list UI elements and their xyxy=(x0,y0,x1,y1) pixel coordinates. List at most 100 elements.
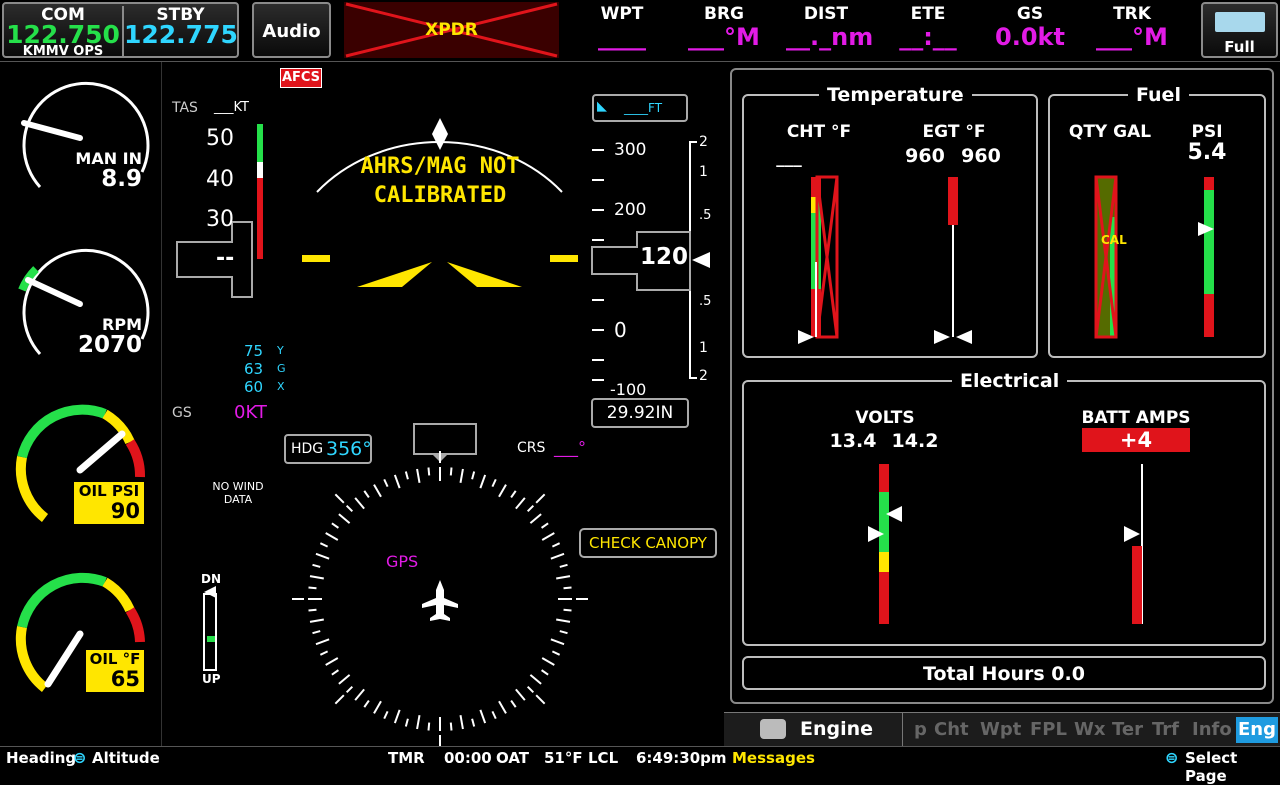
compass-tick xyxy=(541,522,549,529)
compass-tick xyxy=(325,532,339,541)
compass-tick xyxy=(354,688,365,701)
tab-ter[interactable]: Ter xyxy=(1112,719,1143,740)
compass-tick xyxy=(308,586,317,590)
compass-tick xyxy=(383,710,389,720)
altitude-bug-value: ____FT xyxy=(624,101,663,115)
check-canopy-alert[interactable]: CHECK CANOPY xyxy=(579,528,717,558)
compass-tick xyxy=(404,471,409,480)
compass-tick xyxy=(363,700,370,708)
altitude-knob-label[interactable]: Altitude xyxy=(92,749,160,767)
gs-value: 0KT xyxy=(234,402,267,423)
compass-tick xyxy=(416,468,421,483)
altitude-tick: -100 xyxy=(610,380,647,399)
ahrs-warning-line2: CALIBRATED xyxy=(373,183,507,208)
nav-field-ete: ETE __:__ xyxy=(888,4,968,50)
compass-tick xyxy=(393,474,401,489)
compass-outer-tick xyxy=(535,493,546,504)
com-radio-button[interactable]: COM 122.750 KMMV OPS STBY 122.775 xyxy=(2,2,239,59)
compass-tick xyxy=(563,608,572,612)
nav-field-brg: BRG ___°M xyxy=(684,4,764,50)
tmr-label: TMR xyxy=(388,749,425,767)
engine-page-title: Engine xyxy=(800,718,874,740)
tab-info[interactable]: Info xyxy=(1192,719,1232,740)
nav-field-value: __._nm xyxy=(786,23,874,51)
nav-field-label: DIST xyxy=(803,4,849,24)
ahrs-warning-line1: AHRS/MAG NOT xyxy=(360,154,520,179)
altitude-readout: 120 xyxy=(640,244,689,270)
gs-label: GS xyxy=(172,405,192,421)
mfd-engine-page: Temperature CHT °F ___ EGT °F 960 960 Fu… xyxy=(724,62,1280,746)
xpdr-label: XPDR xyxy=(425,20,478,40)
vspeed-value: 60 xyxy=(244,378,264,396)
tab-cht[interactable]: Cht xyxy=(934,719,969,740)
altitude-tick: 300 xyxy=(614,140,647,160)
compass-tick xyxy=(515,497,526,510)
compass-tick xyxy=(515,688,526,701)
tab-fpl[interactable]: FPL xyxy=(1030,719,1067,740)
heading-bug-button[interactable]: HDG 356° xyxy=(284,434,372,464)
nav-field-label: WPT xyxy=(600,4,644,24)
engine-gauge-strip: MAN IN 8.9 RPM 2070 OIL PSI 90 OIL °F 65 xyxy=(0,62,163,746)
tab-trf[interactable]: Trf xyxy=(1152,719,1179,740)
compass-tick xyxy=(315,552,330,560)
compass-tick xyxy=(510,490,517,498)
vsi-tick: .5 xyxy=(699,294,712,309)
tas-label: TAS xyxy=(172,100,198,116)
nav-field-value: 0.0kt xyxy=(995,23,1065,51)
rpm-value: 2070 xyxy=(77,332,142,358)
tab-wx[interactable]: Wx xyxy=(1074,719,1105,740)
compass-tick xyxy=(315,638,330,646)
oil-temp-value: 65 xyxy=(110,667,140,691)
compass-tick xyxy=(338,674,351,685)
compass-tick xyxy=(319,650,329,656)
afcs-annunciator[interactable]: AFCS xyxy=(280,68,322,88)
nav-field-label: TRK xyxy=(1113,4,1151,24)
nav-field-value: __:__ xyxy=(899,23,957,51)
tmr-value[interactable]: 00:00 xyxy=(444,749,492,767)
compass-tick xyxy=(551,542,561,548)
tab-eng[interactable]: Eng xyxy=(1236,717,1278,743)
compass-outer-tick xyxy=(334,694,345,705)
nav-field-dist: DIST __._nm xyxy=(786,4,874,51)
oil-psi-label: OIL PSI xyxy=(78,482,140,500)
messages-button[interactable]: Messages xyxy=(732,749,815,767)
audio-label: Audio xyxy=(262,21,321,42)
compass-tick xyxy=(556,575,571,580)
compass-tick xyxy=(498,700,507,714)
com-station: KMMV OPS xyxy=(22,44,104,59)
select-page-label[interactable]: Select Page xyxy=(1185,749,1280,785)
compass-tick xyxy=(529,513,542,524)
wind-line1: NO WIND xyxy=(212,480,264,493)
compass-tick xyxy=(498,484,507,498)
page-tab-strip: Engine p Cht Wpt FPL Wx Ter Trf Info Eng xyxy=(724,712,1280,747)
speed-readout: -- xyxy=(216,246,235,271)
tab-wpt[interactable]: Wpt xyxy=(980,719,1021,740)
vspeed-value: 63 xyxy=(244,360,264,378)
tab-map[interactable]: p xyxy=(914,719,927,740)
altitude-tick: 0 xyxy=(614,318,627,342)
nav-field-value: ___°M xyxy=(688,23,760,51)
crs-label: CRS xyxy=(517,440,546,456)
vspeed-tag: G xyxy=(277,362,286,375)
compass-tick xyxy=(449,467,453,476)
baro-setting[interactable]: 29.92IN xyxy=(591,398,689,428)
compass-tick xyxy=(427,467,431,476)
audio-button[interactable]: Audio xyxy=(252,2,331,58)
flap-dn-label: DN xyxy=(201,572,222,586)
lcl-value: 6:49:30pm xyxy=(636,749,727,767)
compass-tick xyxy=(526,504,535,513)
altitude-bug-box[interactable]: ◣ ____FT xyxy=(592,94,688,122)
compass-tick xyxy=(345,685,354,694)
vsi-tick: 2 xyxy=(699,134,708,150)
full-label: Full xyxy=(1224,38,1255,56)
heading-knob-label[interactable]: Heading xyxy=(6,749,76,767)
oat-label: OAT xyxy=(496,749,530,767)
compass-tick xyxy=(427,722,431,731)
xpdr-button[interactable]: XPDR xyxy=(344,2,559,58)
vsi-tick: 1 xyxy=(699,340,708,356)
compass-tick xyxy=(363,490,370,498)
compass-tick xyxy=(491,710,497,720)
compass-tick xyxy=(331,669,339,676)
compass-tick xyxy=(471,718,476,727)
full-screen-button[interactable]: Full xyxy=(1201,2,1278,58)
